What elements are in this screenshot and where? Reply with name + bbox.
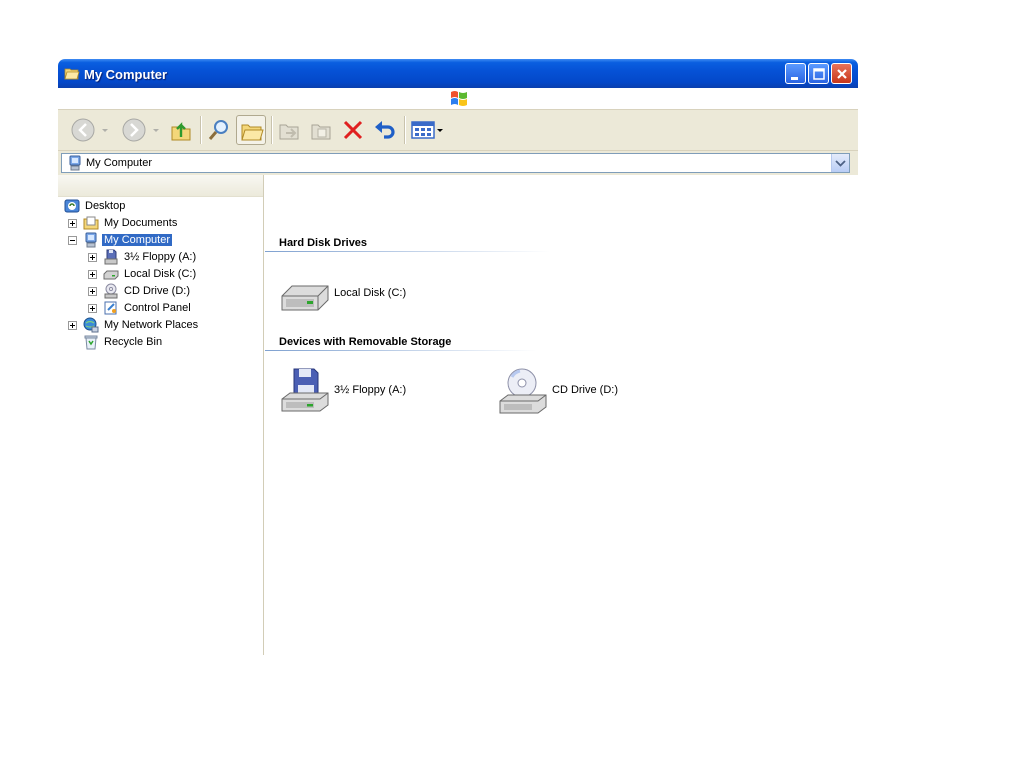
- views-button[interactable]: [409, 115, 445, 145]
- drive-local-disk-c[interactable]: Local Disk (C:): [280, 274, 440, 314]
- minimize-icon: [791, 77, 798, 80]
- up-folder-button[interactable]: [166, 115, 196, 145]
- expand-plus-icon[interactable]: [88, 253, 97, 262]
- copy-to-icon: [311, 124, 331, 140]
- drive-cd-d[interactable]: CD Drive (D:): [498, 367, 658, 415]
- forward-button[interactable]: [119, 115, 149, 145]
- folders-icon: [241, 124, 264, 141]
- desktop-icon: [64, 199, 80, 213]
- address-dropdown-button[interactable]: [831, 154, 849, 172]
- tree-label: Control Panel: [124, 302, 191, 314]
- folders-button[interactable]: [236, 115, 266, 145]
- tree-label: Desktop: [85, 200, 126, 212]
- maximize-icon: [813, 68, 825, 80]
- undo-button[interactable]: [370, 115, 400, 145]
- search-button[interactable]: [204, 115, 234, 145]
- my-computer-icon: [85, 232, 97, 248]
- content-pane: Hard Disk Drives Local Disk (C:) Devices…: [265, 175, 858, 655]
- toolbar: [58, 110, 858, 151]
- tree-label: 3½ Floppy (A:): [124, 251, 197, 263]
- tree-label: My Documents: [104, 217, 178, 229]
- move-to-button[interactable]: [274, 115, 304, 145]
- up-folder-icon: [171, 122, 191, 141]
- copy-to-button[interactable]: [306, 115, 336, 145]
- floppy-drive-icon: [281, 368, 329, 412]
- views-icon: [411, 121, 443, 139]
- group-header-removable-storage: Devices with Removable Storage: [279, 336, 452, 348]
- cd-drive-icon: [104, 283, 118, 299]
- my-computer-icon: [69, 155, 81, 171]
- back-button[interactable]: [68, 115, 98, 145]
- group-divider: [265, 251, 550, 252]
- recycle-bin-icon: [84, 335, 98, 350]
- delete-button[interactable]: [338, 115, 368, 145]
- forward-arrow-icon: [122, 118, 146, 142]
- floppy-drive-icon: [104, 249, 118, 265]
- folders-pane-header: [58, 175, 263, 197]
- forward-dropdown[interactable]: [151, 115, 161, 145]
- title-bar[interactable]: My Computer: [58, 59, 858, 88]
- drive-label: 3½ Floppy (A:): [334, 384, 407, 396]
- menu-bar: [58, 88, 858, 110]
- group-header-hard-disk-drives: Hard Disk Drives: [279, 237, 368, 249]
- collapse-minus-icon[interactable]: [68, 236, 77, 245]
- open-folder-icon: [64, 68, 80, 80]
- group-divider: [265, 350, 537, 351]
- close-button[interactable]: [831, 63, 852, 84]
- chevron-down-icon: [153, 129, 159, 132]
- chevron-down-icon: [835, 160, 846, 167]
- drive-label: Local Disk (C:): [334, 287, 407, 299]
- move-to-icon: [279, 124, 299, 140]
- windows-logo-icon: [451, 91, 467, 106]
- address-field[interactable]: My Computer: [61, 153, 850, 173]
- folder-tree-pane: Desktop My Documents My Computer 3½ Flop…: [58, 175, 264, 655]
- window-title: My Computer: [84, 67, 168, 82]
- drive-floppy-a[interactable]: 3½ Floppy (A:): [280, 367, 440, 415]
- hard-disk-icon: [103, 270, 119, 280]
- close-icon: [837, 69, 847, 79]
- network-places-icon: [83, 317, 99, 333]
- expand-plus-icon[interactable]: [88, 304, 97, 313]
- tree-label: CD Drive (D:): [124, 285, 190, 297]
- back-arrow-icon: [71, 118, 95, 142]
- explorer-window: My Computer My Computer Desktop My Docum…: [58, 59, 858, 655]
- search-icon: [208, 120, 228, 140]
- tree-label: Recycle Bin: [104, 336, 163, 348]
- undo-icon: [375, 121, 395, 139]
- tree-label: My Network Places: [104, 319, 199, 331]
- tree-label: My Computer: [102, 234, 173, 246]
- control-panel-icon: [104, 301, 117, 315]
- my-documents-icon: [83, 216, 99, 230]
- cd-drive-icon: [499, 368, 547, 414]
- expand-plus-icon[interactable]: [68, 321, 77, 330]
- expand-plus-icon[interactable]: [88, 287, 97, 296]
- expand-plus-icon[interactable]: [88, 270, 97, 279]
- back-dropdown[interactable]: [100, 115, 110, 145]
- minimize-button[interactable]: [785, 63, 806, 84]
- chevron-down-icon: [102, 129, 108, 132]
- address-text: My Computer: [86, 157, 153, 169]
- address-bar: My Computer: [58, 151, 858, 175]
- delete-x-icon: [343, 120, 363, 140]
- drive-label: CD Drive (D:): [552, 384, 618, 396]
- tree-label: Local Disk (C:): [124, 268, 197, 280]
- hard-disk-icon: [281, 285, 329, 311]
- expand-plus-icon[interactable]: [68, 219, 77, 228]
- maximize-button[interactable]: [808, 63, 829, 84]
